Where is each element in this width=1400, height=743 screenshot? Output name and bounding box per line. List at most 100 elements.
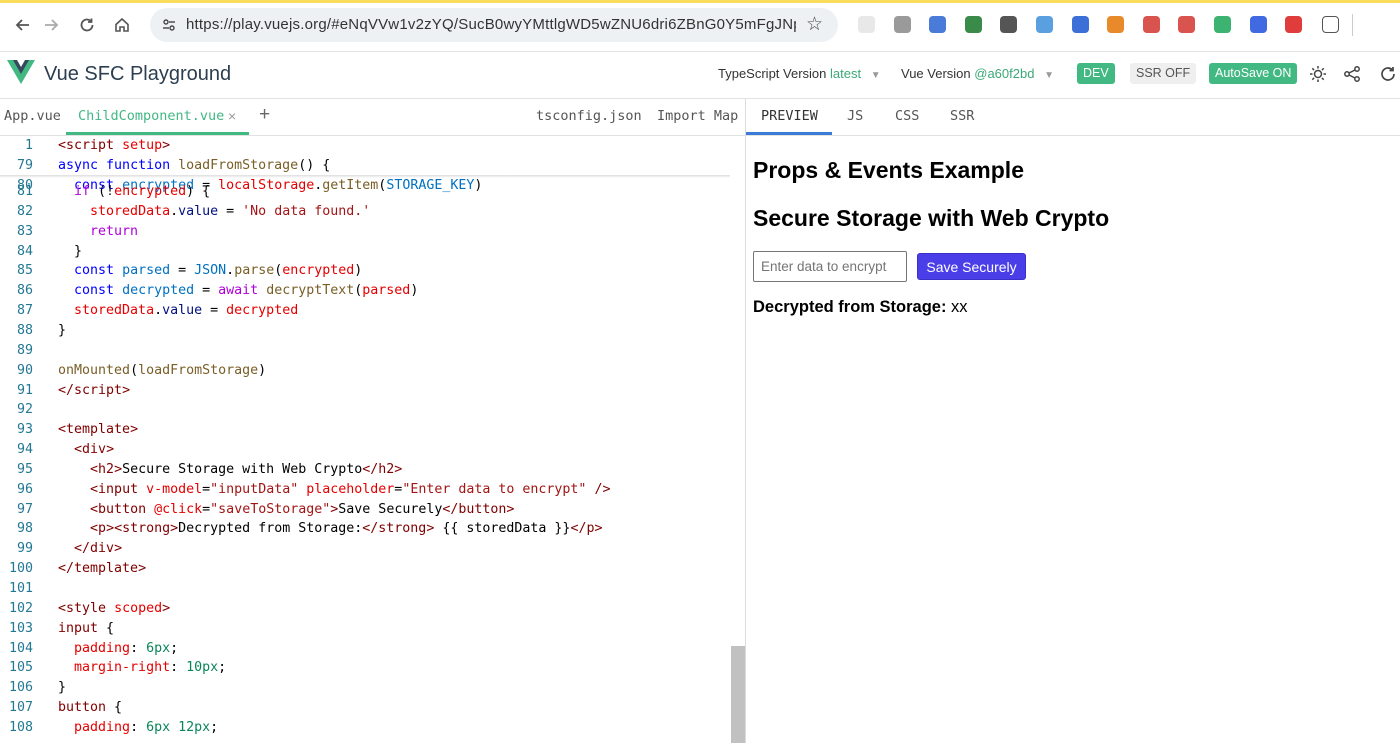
url-text[interactable]: https://play.vuejs.org/#eNqVVw1v2zYQ/Suc… bbox=[186, 16, 796, 33]
code-token: = bbox=[202, 303, 227, 318]
code-line[interactable]: 104 padding: 6px; bbox=[0, 639, 745, 659]
code-token: script bbox=[74, 383, 123, 398]
code-line[interactable]: 91 </script> bbox=[0, 381, 745, 401]
extension-icon[interactable] bbox=[1000, 16, 1017, 33]
extension-icon[interactable] bbox=[1036, 16, 1053, 33]
code-text: <input v-model="inputData" placeholder="… bbox=[58, 480, 610, 500]
code-line[interactable]: 92 bbox=[0, 400, 745, 420]
code-line[interactable]: 96 <input v-model="inputData" placeholde… bbox=[0, 480, 745, 500]
share-icon[interactable] bbox=[1341, 63, 1363, 85]
code-line[interactable]: 98 <p><strong>Decrypted from Storage:</s… bbox=[0, 519, 745, 539]
extension-icon[interactable] bbox=[965, 16, 982, 33]
tab-css[interactable]: CSS bbox=[895, 108, 919, 124]
code-token: parsed bbox=[362, 283, 411, 298]
code-line[interactable]: 81 if (!encrypted) { bbox=[0, 182, 745, 202]
code-line[interactable]: 88} bbox=[0, 321, 745, 341]
code-line[interactable]: 103 input { bbox=[0, 619, 745, 639]
code-line[interactable]: 95 <h2>Secure Storage with Web Crypto</h… bbox=[0, 460, 745, 480]
add-file-icon[interactable]: + bbox=[259, 104, 270, 126]
code-line[interactable]: 1 <script setup> bbox=[0, 136, 745, 156]
code-text: } bbox=[58, 321, 66, 341]
sticky-scroll-shadow bbox=[0, 175, 730, 178]
code-token: : bbox=[170, 660, 187, 675]
chevron-down-icon: ▼ bbox=[870, 70, 881, 81]
code-line[interactable]: 105 margin-right: 10px; bbox=[0, 658, 745, 678]
tab-ssr[interactable]: SSR bbox=[950, 108, 974, 124]
reload-icon[interactable] bbox=[76, 14, 98, 36]
code-text: if (!encrypted) { bbox=[58, 182, 210, 202]
code-line[interactable]: 97 <button @click="saveToStorage">Save S… bbox=[0, 500, 745, 520]
dev-toggle[interactable]: DEV bbox=[1077, 63, 1115, 84]
code-line[interactable]: 100 </template> bbox=[0, 559, 745, 579]
extension-icon[interactable] bbox=[1072, 16, 1089, 33]
code-token: < bbox=[90, 462, 99, 477]
code-token: ) bbox=[354, 263, 363, 278]
code-token: button bbox=[458, 502, 507, 517]
bookmark-star-icon[interactable]: ☆ bbox=[806, 13, 823, 36]
code-token: } bbox=[58, 323, 67, 338]
tab-js[interactable]: JS bbox=[847, 108, 863, 124]
code-line[interactable]: 86 const decrypted = await decryptText(p… bbox=[0, 281, 745, 301]
address-bar[interactable]: https://play.vuejs.org/#eNqVVw1v2zYQ/Suc… bbox=[150, 8, 838, 42]
tab-child-component-vue[interactable]: ChildComponent.vue bbox=[78, 108, 224, 124]
code-token: { bbox=[106, 700, 123, 715]
extension-icon[interactable] bbox=[858, 16, 875, 33]
code-text: const decrypted = await decryptText(pars… bbox=[58, 281, 418, 301]
code-token: > bbox=[594, 521, 603, 536]
code-line[interactable]: 89 bbox=[0, 341, 745, 361]
close-tab-icon[interactable]: × bbox=[228, 108, 236, 124]
vue-version-select[interactable]: Vue Version @a60f2bd ▼ bbox=[901, 66, 1054, 81]
home-icon[interactable] bbox=[111, 14, 133, 36]
code-line[interactable]: 102 <style scoped> bbox=[0, 599, 745, 619]
line-number: 106 bbox=[8, 680, 33, 695]
reload-sandbox-icon[interactable] bbox=[1377, 63, 1399, 85]
code-token: decrypted bbox=[122, 283, 195, 298]
encrypt-data-input[interactable] bbox=[753, 251, 907, 282]
typescript-version-select[interactable]: TypeScript Version latest ▼ bbox=[718, 66, 881, 81]
tab-app-vue[interactable]: App.vue bbox=[4, 108, 61, 124]
extension-icon[interactable] bbox=[1214, 16, 1231, 33]
forward-icon[interactable] bbox=[40, 14, 62, 36]
tab-preview[interactable]: PREVIEW bbox=[761, 108, 818, 124]
code-editor[interactable]: 1 <script setup> 79 async function loadFrom… bbox=[0, 136, 745, 743]
extension-icon[interactable] bbox=[1285, 16, 1302, 33]
save-securely-button[interactable]: Save Securely bbox=[917, 253, 1026, 280]
extension-icon[interactable] bbox=[894, 16, 911, 33]
code-text: } bbox=[58, 678, 66, 698]
code-line[interactable]: 79 async function loadFromStorage() { bbox=[0, 156, 745, 176]
extension-icon[interactable] bbox=[1143, 16, 1160, 33]
code-line[interactable]: 94 <div> bbox=[0, 440, 745, 460]
code-line[interactable]: 87 storedData.value = decrypted bbox=[0, 301, 745, 321]
code-line[interactable]: 106} bbox=[0, 678, 745, 698]
code-line[interactable]: 84 } bbox=[0, 242, 745, 262]
autosave-toggle[interactable]: AutoSave ON bbox=[1209, 63, 1298, 84]
back-icon[interactable] bbox=[12, 14, 34, 36]
code-line[interactable]: 101 bbox=[0, 579, 745, 599]
extension-icon[interactable] bbox=[1178, 16, 1195, 33]
site-settings-icon[interactable] bbox=[158, 14, 180, 36]
theme-sun-icon[interactable] bbox=[1307, 63, 1329, 85]
pane-splitter[interactable] bbox=[745, 99, 746, 743]
extension-icon[interactable] bbox=[1107, 16, 1124, 33]
ssr-toggle[interactable]: SSR OFF bbox=[1130, 63, 1197, 84]
extensions-puzzle-icon[interactable] bbox=[1322, 16, 1339, 33]
code-line[interactable]: 107 button { bbox=[0, 698, 745, 718]
tab-import-map[interactable]: Import Map bbox=[657, 108, 738, 124]
extension-icon[interactable] bbox=[929, 16, 946, 33]
code-line[interactable]: 99 </div> bbox=[0, 539, 745, 559]
code-line[interactable]: 93 <template> bbox=[0, 420, 745, 440]
extension-icon[interactable] bbox=[1250, 16, 1267, 33]
code-line[interactable]: 85 const parsed = JSON.parse(encrypted) bbox=[0, 261, 745, 281]
code-line[interactable]: 108 padding: 6px 12px; bbox=[0, 718, 745, 738]
tab-tsconfig-json[interactable]: tsconfig.json bbox=[536, 108, 642, 124]
editor-scrollbar-thumb[interactable] bbox=[731, 646, 745, 743]
code-token: "inputData" bbox=[210, 482, 299, 497]
code-line[interactable]: 90 onMounted(loadFromStorage) bbox=[0, 361, 745, 381]
code-token: > bbox=[114, 541, 123, 556]
code-line[interactable]: 83 return bbox=[0, 222, 745, 242]
code-line[interactable]: 82 storedData.value = 'No data found.' bbox=[0, 202, 745, 222]
